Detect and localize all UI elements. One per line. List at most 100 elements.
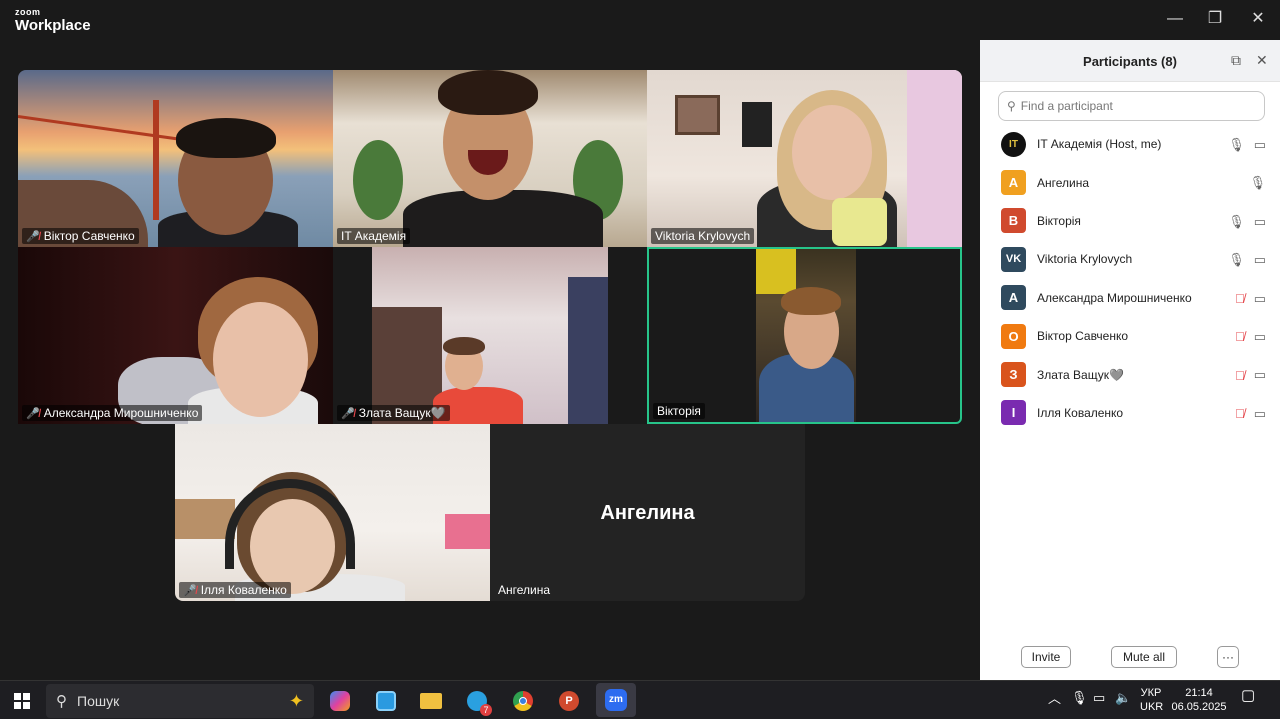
participant-row[interactable]: І Ілля Коваленко 🎙̸ ▭ [980, 394, 1280, 432]
powerpoint-icon[interactable]: P [553, 685, 585, 717]
video-tile-viktoria-krylovych[interactable]: Viktoria Krylovych [647, 70, 962, 247]
participant-name: Ілля Коваленко [1037, 405, 1124, 420]
sparkle-icon: ✦ [288, 690, 304, 711]
copilot-icon[interactable] [324, 685, 356, 717]
participant-row[interactable]: А Ангелина 🎙 [980, 163, 1280, 201]
mic-icon[interactable]: 🎙 [1228, 137, 1245, 153]
zoom-taskbar-icon[interactable]: zm [596, 683, 636, 717]
mic-icon[interactable]: 🎙 [1228, 252, 1245, 268]
participant-row[interactable]: IT IT Академія (Host, me) 🎙 ▭ [980, 125, 1280, 163]
more-button[interactable]: ··· [1217, 646, 1239, 668]
avatar: З [1001, 362, 1026, 388]
camera-icon[interactable]: ▭ [1254, 406, 1266, 422]
zoom-logo: zoom Workplace [15, 7, 91, 34]
video-tile-aleksandra[interactable]: 🎤̸ Александра Мирошниченко [18, 247, 333, 424]
app-icon[interactable] [370, 685, 402, 717]
camera-icon[interactable]: ▭ [1254, 214, 1266, 230]
search-placeholder: Find a participant [1020, 99, 1113, 113]
telegram-icon[interactable]: 7 [461, 685, 493, 717]
mic-muted-icon[interactable]: 🎙̸ [1235, 368, 1245, 383]
participant-row[interactable]: А Александра Мирошниченко 🎙̸ ▭ [980, 279, 1280, 317]
windows-start-icon[interactable] [6, 685, 38, 717]
video-tile-angelina[interactable]: Ангелина Ангелина [490, 424, 805, 601]
tile-name: IT Академія [341, 229, 407, 243]
participant-list: IT IT Академія (Host, me) 🎙 ▭ А Ангелина … [980, 125, 1280, 432]
brand-big: Workplace [15, 17, 91, 34]
avatar: А [1001, 170, 1026, 196]
clock-time: 21:14 [1185, 687, 1213, 699]
participant-row[interactable]: О Віктор Савченко 🎙̸ ▭ [980, 317, 1280, 355]
popout-icon[interactable]: ⧉ [1231, 52, 1241, 69]
participant-name: IT Академія (Host, me) [1037, 137, 1162, 152]
video-tile-it-academy[interactable]: IT Академія [333, 70, 647, 247]
mute-all-button[interactable]: Mute all [1111, 646, 1177, 668]
mic-muted-icon[interactable]: 🎙̸ [1235, 291, 1245, 306]
mic-muted-icon: 🎤̸ [183, 584, 197, 597]
participant-row[interactable]: З Злата Ващук🩶 🎙̸ ▭ [980, 355, 1280, 393]
lang-top: УКР [1140, 687, 1162, 699]
notification-icon[interactable]: ▢ [1241, 688, 1255, 703]
avatar: VK [1001, 246, 1026, 272]
participant-row[interactable]: VK Viktoria Krylovych 🎙 ▭ [980, 240, 1280, 278]
participant-name: Ангелина [1037, 175, 1090, 190]
tile-name: Viktoria Krylovych [655, 229, 751, 243]
participant-name: Вікторія [1037, 213, 1081, 228]
tile-name: Ілля Коваленко [200, 583, 287, 597]
participant-name: Viktoria Krylovych [1037, 252, 1133, 267]
tile-name: Вікторія [657, 404, 701, 418]
mic-muted-icon: 🎤̸ [26, 407, 40, 420]
mic-muted-icon[interactable]: 🎙̸ [1235, 406, 1245, 421]
camera-icon[interactable]: ▭ [1254, 137, 1266, 153]
taskbar-search[interactable]: ⚲ Пошук ✦ [46, 684, 314, 718]
clock-date: 06.05.2025 [1171, 701, 1227, 713]
mic-icon[interactable]: 🎙 [1249, 175, 1266, 191]
search-icon: ⚲ [1007, 99, 1016, 113]
minimize-button[interactable]: — [1162, 8, 1188, 30]
participant-search-input[interactable]: ⚲ Find a participant [998, 91, 1265, 121]
volume-icon[interactable]: 🔈 [1115, 691, 1131, 705]
tile-name-chip: Вікторія [653, 403, 705, 419]
video-tile-illia[interactable]: 🎤̸ Ілля Коваленко [175, 424, 490, 601]
camera-icon[interactable]: ▭ [1254, 367, 1266, 383]
video-off-name: Ангелина [600, 502, 695, 524]
mic-muted-icon: 🎤̸ [26, 230, 40, 243]
participant-name: Александра Мирошниченко [1037, 290, 1192, 305]
tile-name: Злата Ващук🩶 [358, 406, 446, 420]
video-tile-viktoriia[interactable]: Вікторія [647, 247, 962, 424]
file-explorer-icon[interactable] [415, 685, 447, 717]
language-indicator[interactable]: УКР UKR [1140, 686, 1164, 714]
chrome-icon[interactable] [507, 685, 539, 717]
tile-name: Ангелина [498, 583, 551, 597]
avatar: О [1001, 323, 1026, 349]
participant-row[interactable]: В Вікторія 🎙 ▭ [980, 202, 1280, 240]
mic-muted-icon[interactable]: 🎙̸ [1235, 329, 1245, 344]
mic-icon[interactable]: 🎙 [1228, 214, 1245, 230]
taskbar-search-label: Пошук [77, 693, 120, 709]
camera-icon[interactable]: ▭ [1254, 291, 1266, 307]
close-button[interactable]: ✕ [1245, 8, 1271, 30]
participant-name: Віктор Савченко [1037, 329, 1129, 344]
camera-icon[interactable]: ▭ [1254, 252, 1266, 268]
avatar: І [1001, 400, 1026, 426]
video-stage: 🎤̸ Віктор Савченко IT Академія Viktoria K… [0, 40, 980, 680]
video-tile-viktor[interactable]: 🎤̸ Віктор Савченко [18, 70, 333, 247]
title-bar: zoom Workplace — ❐ ✕ [0, 0, 1280, 40]
tile-name: Александра Мирошниченко [43, 406, 199, 420]
camera-icon[interactable]: ▭ [1254, 329, 1266, 345]
brand-small: zoom [15, 7, 41, 17]
restore-button[interactable]: ❐ [1202, 8, 1228, 30]
participants-panel: Participants (8) ⧉ ✕ ⚲ Find a participan… [980, 40, 1280, 680]
battery-icon[interactable]: ▭ [1093, 691, 1105, 705]
microphone-tray-icon[interactable]: 🎙 [1071, 691, 1088, 705]
chevron-up-icon[interactable]: ︿ [1048, 692, 1061, 706]
video-tile-zlata[interactable]: 🎤̸ Злата Ващук🩶 [333, 247, 647, 424]
invite-button[interactable]: Invite [1021, 646, 1071, 668]
telegram-badge: 7 [480, 704, 492, 716]
tile-name-chip: Ангелина [494, 582, 554, 598]
lang-bottom: UKR [1140, 701, 1164, 713]
search-icon: ⚲ [56, 693, 67, 710]
tile-name-chip: 🎤̸ Злата Ващук🩶 [337, 405, 450, 421]
tile-name-chip: IT Академія [337, 228, 411, 244]
clock[interactable]: 21:14 06.05.2025 [1170, 686, 1228, 714]
close-panel-icon[interactable]: ✕ [1256, 52, 1268, 69]
